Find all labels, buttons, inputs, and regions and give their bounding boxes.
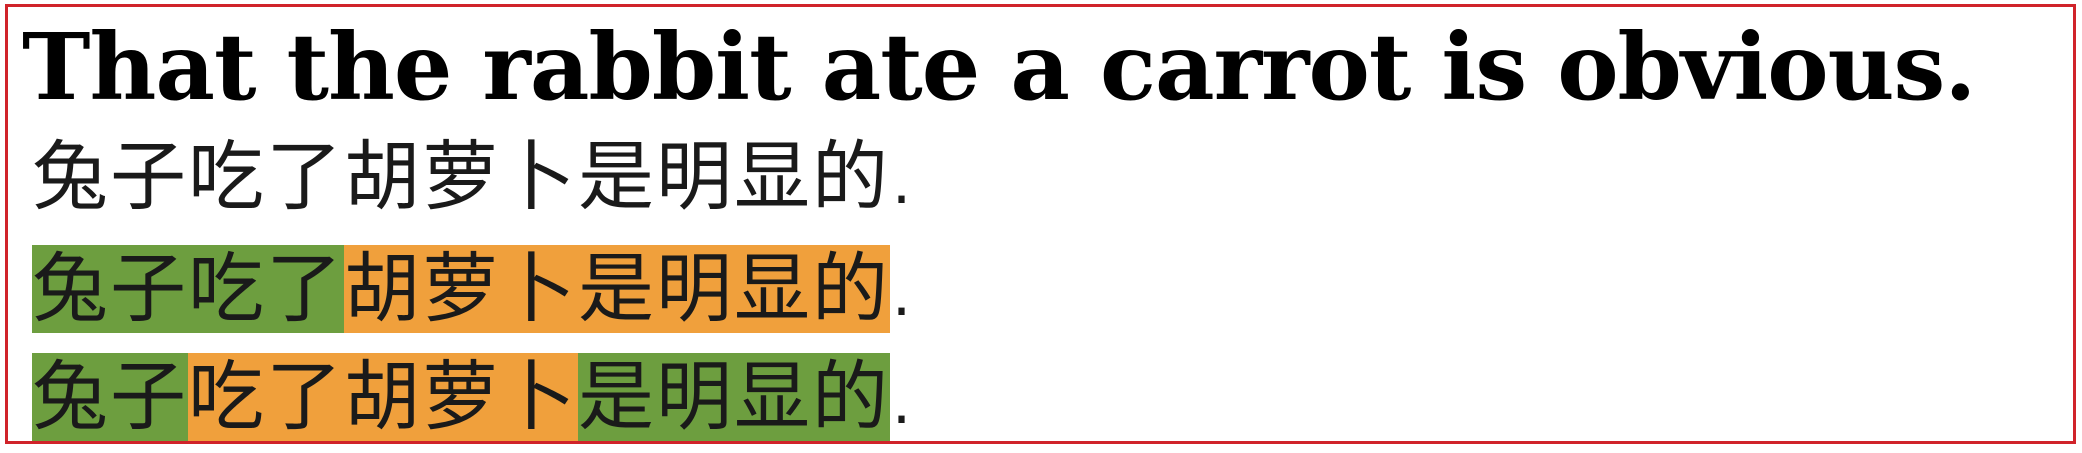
figure-frame: That the rabbit ate a carrot is obvious.…	[5, 4, 2076, 444]
chinese-line-parse-1: 兔子吃了 胡萝卜是明显的 .	[32, 245, 911, 333]
chinese-segment-predicate: 是明显的	[578, 352, 890, 441]
chinese-period: .	[892, 368, 912, 438]
english-sentence: That the rabbit ate a carrot is obvious.	[22, 13, 1976, 121]
chinese-segment-subject: 兔子吃了	[32, 244, 344, 333]
chinese-segment-predicate: 胡萝卜是明显的	[344, 244, 890, 333]
chinese-period: .	[892, 148, 912, 218]
chinese-period: .	[892, 260, 912, 330]
chinese-line-plain: 兔子吃了胡萝卜是明显的 .	[32, 133, 911, 221]
chinese-line-parse-2: 兔子 吃了胡萝卜 是明显的 .	[32, 353, 911, 441]
chinese-segment: 兔子吃了胡萝卜是明显的	[32, 132, 890, 221]
chinese-segment-subject: 兔子	[32, 352, 188, 441]
chinese-segment-verb-phrase: 吃了胡萝卜	[188, 352, 578, 441]
